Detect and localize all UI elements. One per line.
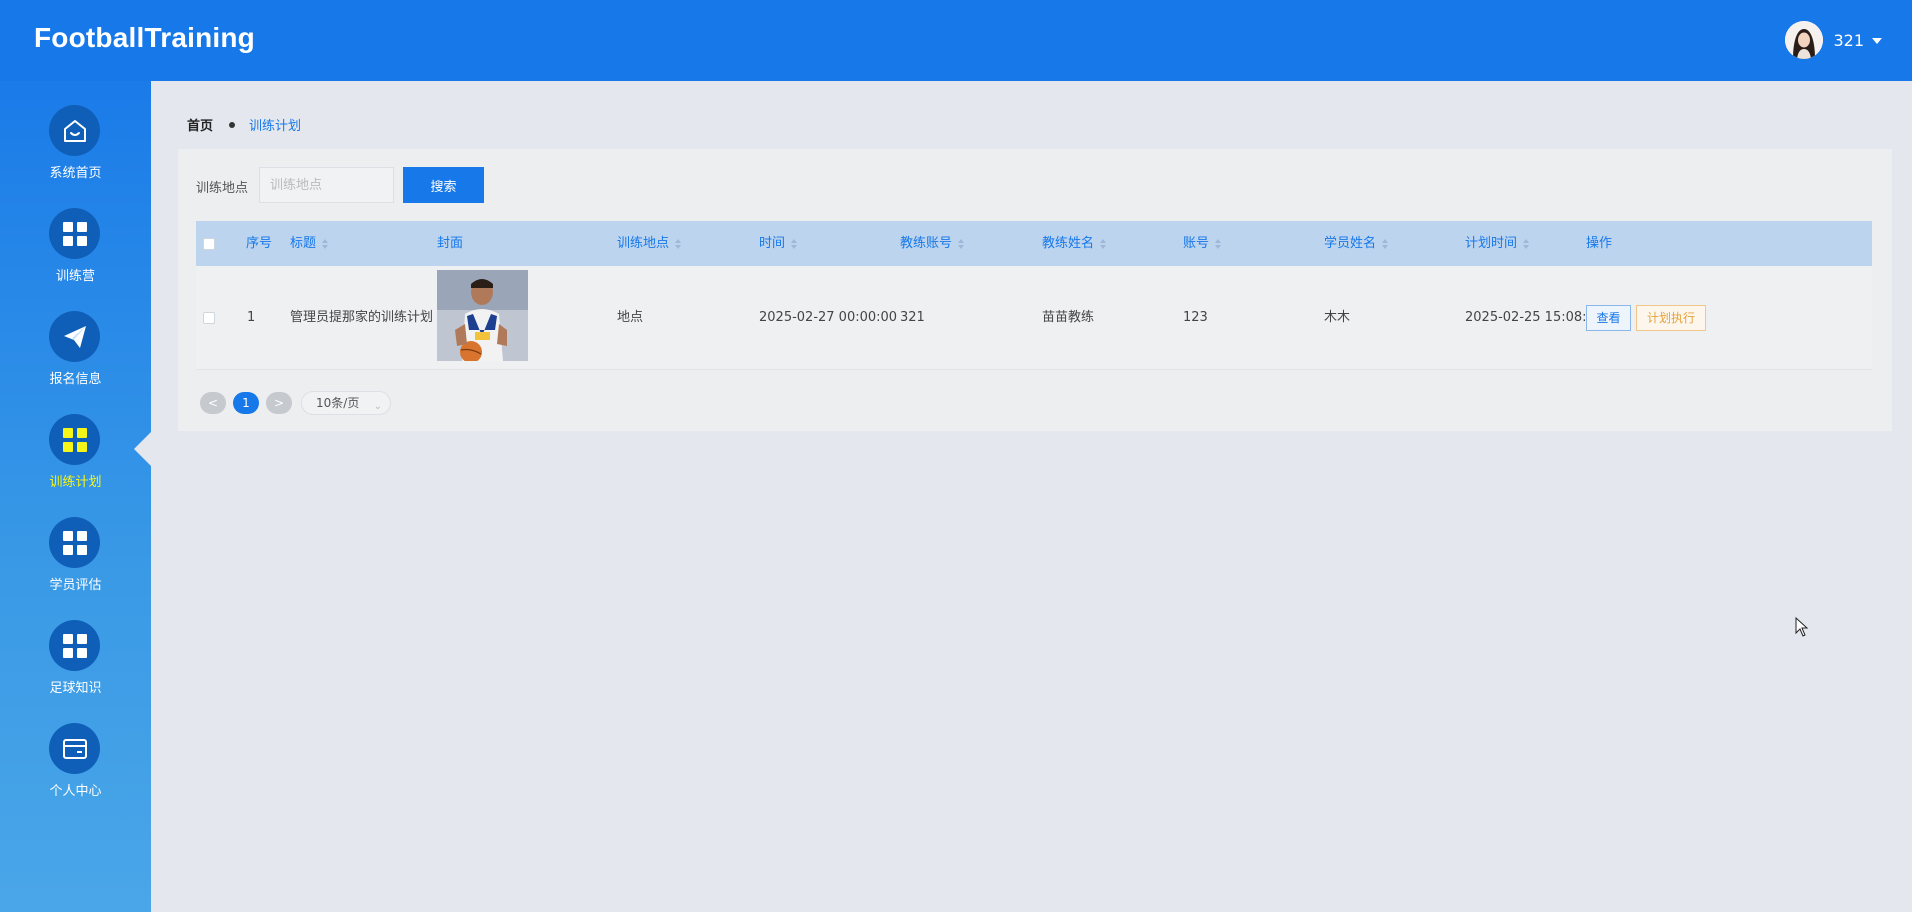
sort-icon[interactable] [1215,238,1222,249]
column-header: 序号 [246,236,273,251]
page-size-select[interactable]: 10条/页 ⌄ [301,391,391,415]
chevron-down-icon[interactable] [1872,38,1882,44]
user-name[interactable]: 321 [1833,31,1864,50]
mouse-cursor-icon [1795,616,1809,641]
column-header-label: 教练姓名 [1042,236,1095,251]
sort-icon[interactable] [1382,238,1389,249]
pagination: < 1 > 10条/页 ⌄ [200,391,391,415]
grid-icon [49,517,100,568]
sidebar-item-camp[interactable]: 训练营 [0,208,151,308]
column-header-account[interactable]: 账号 [1183,221,1222,266]
active-indicator [134,431,152,467]
user-menu[interactable]: 321 [1785,20,1882,60]
cell-coach-account: 321 [900,310,925,325]
column-header-title[interactable]: 标题 [290,221,329,266]
column-header-label: 教练账号 [900,236,953,251]
table-row: 1 管理员提那家的训练计划 地点 2025-02-27 00:00:00 321… [196,266,1872,370]
sidebar-item-label: 报名信息 [49,372,102,387]
breadcrumb-separator [229,121,236,128]
sidebar-item-home[interactable]: 系统首页 [0,105,151,205]
sidebar-item-label: 个人中心 [49,784,102,799]
sidebar-item-label: 训练计划 [49,475,102,490]
table-header: 序号 标题 封面 训练地点 时间 教练账号 教练姓名 账号 学员姓名 计划时间 … [196,221,1872,266]
sidebar-item-evaluation[interactable]: 学员评估 [0,517,151,617]
card-icon [49,723,100,774]
column-header: 操作 [1586,236,1613,251]
sort-icon[interactable] [1100,238,1107,249]
column-header-plan-time[interactable]: 计划时间 [1465,221,1530,266]
sort-icon[interactable] [1523,238,1530,249]
avatar[interactable] [1785,21,1824,59]
breadcrumb: 首页 训练计划 [187,115,301,134]
column-header-label: 训练地点 [617,236,670,251]
cell-time: 2025-02-27 00:00:00 [759,310,898,325]
cell-title: 管理员提那家的训练计划 [290,310,434,325]
column-header-label: 标题 [290,236,317,251]
content-panel: 训练地点 搜索 序号 标题 封面 训练地点 时间 教练账号 教练姓名 账号 学员… [178,149,1892,431]
prev-page-button[interactable]: < [200,392,226,414]
sidebar-item-label: 系统首页 [49,166,102,181]
sidebar-item-label: 训练营 [55,269,95,284]
column-header-time[interactable]: 时间 [759,221,798,266]
next-page-button[interactable]: > [266,392,292,414]
search-label: 训练地点 [196,181,249,196]
page-size-value: 10条/页 [316,396,360,410]
brand-title: FootballTraining [34,22,255,53]
cell-index: 1 [247,310,256,325]
row-checkbox[interactable] [203,312,215,324]
top-header: FootballTraining 321 [0,0,1912,81]
breadcrumb-current: 训练计划 [249,119,302,134]
sidebar-item-training-plan[interactable]: 训练计划 [0,414,151,514]
location-search-input[interactable] [259,167,394,203]
column-header-label: 计划时间 [1465,236,1518,251]
plan-execute-button[interactable]: 计划执行 [1636,305,1706,331]
sort-icon[interactable] [791,238,798,249]
column-header-coach-account[interactable]: 教练账号 [900,221,965,266]
cell-plan-time: 2025-02-25 15:08:08 [1465,310,1604,325]
view-button[interactable]: 查看 [1586,305,1631,331]
chevron-down-icon: ⌄ [373,401,382,412]
page-number-button[interactable]: 1 [233,392,259,414]
grid-icon [49,620,100,671]
grid-icon [49,208,100,259]
grid-icon [49,414,100,465]
column-header-location[interactable]: 训练地点 [617,221,682,266]
cell-coach-name: 苗苗教练 [1042,310,1095,325]
sidebar-item-label: 学员评估 [49,578,102,593]
cell-location: 地点 [617,310,644,325]
sidebar: 系统首页 训练营 报名信息 训练计划 学员评估 足球知识 个人中心 [0,81,152,912]
select-all-checkbox[interactable] [203,238,215,250]
column-header-coach-name[interactable]: 教练姓名 [1042,221,1107,266]
sort-icon[interactable] [322,238,329,249]
sidebar-item-knowledge[interactable]: 足球知识 [0,620,151,720]
paper-plane-icon [49,311,100,362]
column-header-label: 账号 [1183,236,1210,251]
search-button[interactable]: 搜索 [403,167,484,203]
column-header-label: 学员姓名 [1324,236,1377,251]
sidebar-item-registration[interactable]: 报名信息 [0,311,151,411]
column-header: 封面 [437,236,464,251]
data-table: 序号 标题 封面 训练地点 时间 教练账号 教练姓名 账号 学员姓名 计划时间 … [196,221,1872,370]
cell-student-name: 木木 [1324,310,1351,325]
sort-icon[interactable] [958,238,965,249]
breadcrumb-home[interactable]: 首页 [187,115,213,134]
home-icon [49,105,100,156]
sidebar-item-label: 足球知识 [49,681,102,696]
column-header-student-name[interactable]: 学员姓名 [1324,221,1389,266]
cover-image [437,270,528,361]
cell-account: 123 [1183,310,1208,325]
sort-icon[interactable] [675,238,682,249]
column-header-label: 时间 [759,236,786,251]
sidebar-item-profile[interactable]: 个人中心 [0,723,151,823]
